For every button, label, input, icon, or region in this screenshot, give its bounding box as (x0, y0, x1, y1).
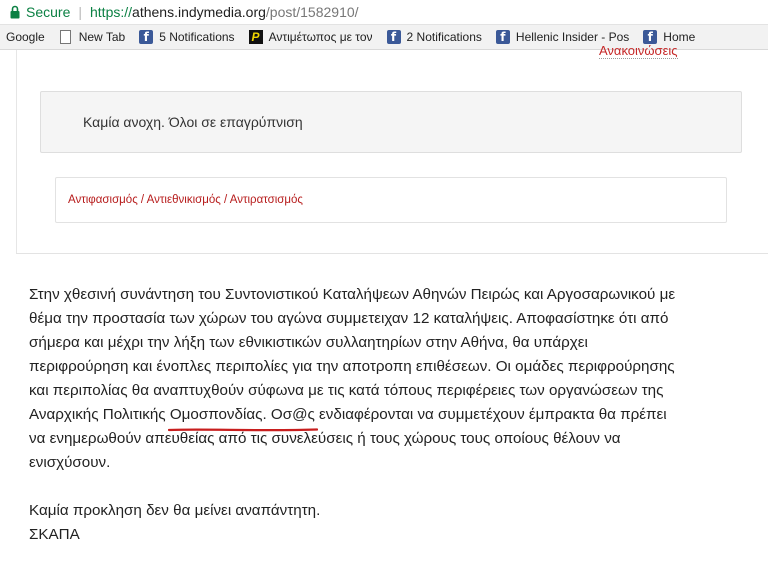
facebook-icon: f (139, 30, 154, 44)
category-link[interactable]: Ανακοινώσεις (599, 44, 678, 59)
paragraph-spacer (29, 475, 759, 499)
tags-link[interactable]: Αντιφασισμός / Αντιεθνικισμός / Αντιρατσ… (68, 194, 303, 206)
post-subtitle: Καμία ανοχη. Όλοι σε επαγρύπνιση (83, 114, 303, 130)
article-line: να ενημερωθούν απευθείας από τις συνελεύ… (29, 430, 621, 447)
bookmark-home[interactable]: f Home (643, 30, 695, 44)
closing-line: Καμία προκληση δεν θα μείνει αναπάντητη. (29, 502, 321, 519)
address-separator: | (78, 4, 82, 20)
divider (16, 253, 768, 254)
facebook-icon: f (386, 30, 401, 44)
bookmark-label: 2 Notifications (406, 30, 482, 44)
bookmark-label: 5 Notifications (159, 30, 235, 44)
url-text[interactable]: https://athens.indymedia.org/post/158291… (90, 4, 359, 20)
page-icon (59, 30, 73, 44)
article-line: Στην χθεσινή συνάντηση του Συντονιστικού… (29, 286, 676, 303)
bookmark-new-tab[interactable]: New Tab (59, 30, 125, 44)
facebook-icon: f (495, 30, 510, 44)
red-underline-annotation (168, 428, 318, 432)
url-protocol: https:// (90, 4, 133, 20)
url-host: athens.indymedia.org (132, 4, 266, 20)
bookmark-2-notifications[interactable]: f 2 Notifications (386, 30, 482, 44)
p-logo-icon: P (248, 30, 263, 44)
bookmark-label: Hellenic Insider - Pos (515, 30, 630, 44)
facebook-icon: f (643, 30, 658, 44)
bookmark-antimetopos[interactable]: P Αντιμέτωπος με τον (248, 30, 373, 44)
article-line: και περιπολίας θα αναπτυχθούν σύφωνα με … (29, 382, 664, 399)
article-line: ενισχύσουν. (29, 454, 111, 471)
secure-label: Secure (26, 4, 71, 20)
article-line: θέμα την προστασία των χώρων του αγώνα σ… (29, 310, 669, 327)
bookmark-hellenic-insider[interactable]: f Hellenic Insider - Pos (495, 30, 630, 44)
address-bar[interactable]: Secure | https://athens.indymedia.org/po… (0, 0, 768, 25)
bookmark-label: New Tab (78, 30, 126, 44)
article-line: Αναρχικής Πολιτικής Ομοσπονδίας. Οσ@ς εν… (29, 406, 667, 423)
bookmark-google[interactable]: Google (6, 30, 45, 44)
subtitle-box: Καμία ανοχη. Όλοι σε επαγρύπνιση (40, 91, 742, 153)
article-line: περιφρούρηση και ένοπλες περιπολίες για … (29, 358, 675, 375)
bookmark-label: Google (6, 30, 45, 44)
tags-box: Αντιφασισμός / Αντιεθνικισμός / Αντιρατσ… (55, 177, 727, 223)
lock-icon (10, 5, 20, 19)
article-body: Στην χθεσινή συνάντηση του Συντονιστικού… (29, 283, 759, 547)
url-path: /post/1582910/ (265, 4, 359, 20)
bookmark-label: Home (663, 30, 696, 44)
bookmark-5-notifications[interactable]: f 5 Notifications (139, 30, 235, 44)
post-header: Ανακοινώσεις Καμία ανοχη. Όλοι σε επαγρύ… (16, 44, 768, 253)
bookmark-label: Αντιμέτωπος με τον (268, 30, 373, 44)
article-line: σήμερα και μέχρι την λήξη των εθνικιστικ… (29, 334, 588, 351)
page-content: Ανακοινώσεις Καμία ανοχη. Όλοι σε επαγρύ… (0, 44, 768, 580)
signature: ΣΚΑΠΑ (29, 526, 80, 543)
